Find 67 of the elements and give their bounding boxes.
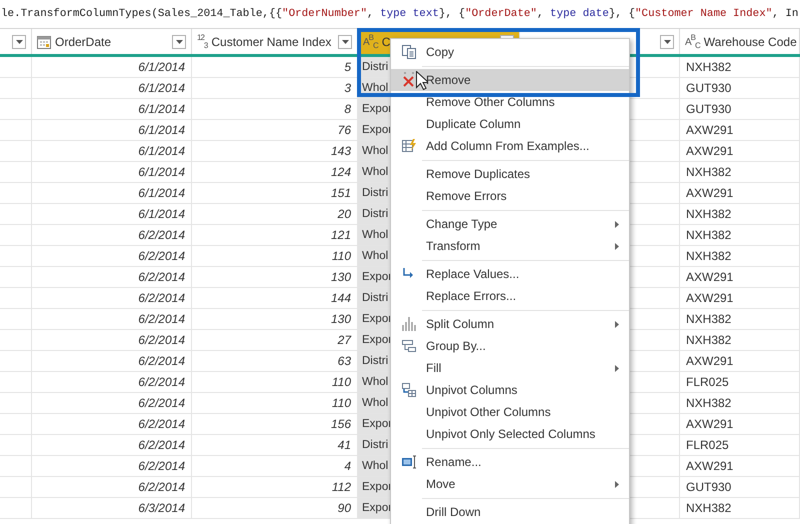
table-cell: AXW291 xyxy=(680,183,800,203)
table-lightning-icon xyxy=(400,138,416,154)
table-cell: 6/2/2014 xyxy=(32,309,192,329)
table-cell: 6/1/2014 xyxy=(32,78,192,98)
table-cell: GUT930 xyxy=(680,477,800,497)
menu-item[interactable]: Remove xyxy=(391,69,629,91)
table-cell: NXH382 xyxy=(680,57,800,77)
delete-cross-icon xyxy=(400,72,416,88)
table-cell: NXH382 xyxy=(680,330,800,350)
table-cell: NXH382 xyxy=(680,498,800,518)
table-cell: GUT930 xyxy=(680,99,800,119)
table-cell: AXW291 xyxy=(680,414,800,434)
table-cell: NXH382 xyxy=(680,393,800,413)
table-cell: 6/2/2014 xyxy=(32,456,192,476)
column-header[interactable]: OrderDate xyxy=(32,29,192,54)
filter-dropdown-button[interactable] xyxy=(660,34,674,48)
table-cell: 6/2/2014 xyxy=(32,477,192,497)
table-cell: 6/2/2014 xyxy=(32,267,192,287)
caret-icon xyxy=(16,40,22,44)
formula-text[interactable]: le.TransformColumnTypes(Sales_2014_Table,{{"OrderNumber", type text}, {"OrderDate", type date}, {"Customer Name Index", In xyxy=(0,0,798,28)
filter-dropdown-button[interactable] xyxy=(338,34,352,48)
table-cell: NXH382 xyxy=(680,162,800,182)
table-cell: NXH382 xyxy=(680,309,800,329)
table-cell: FLR025 xyxy=(680,372,800,392)
table-cell: GUT930 xyxy=(680,78,800,98)
table-cell: 6/3/2014 xyxy=(32,498,192,518)
table-cell: 6/1/2014 xyxy=(32,57,192,77)
table-cell: 6/1/2014 xyxy=(32,141,192,161)
table-cell: 6/2/2014 xyxy=(32,225,192,245)
table-cell: NXH382 xyxy=(680,246,800,266)
table-cell: 6/2/2014 xyxy=(32,351,192,371)
table-cell: 6/1/2014 xyxy=(32,99,192,119)
caret-icon xyxy=(342,40,348,44)
table-cell: 6/2/2014 xyxy=(32,414,192,434)
copy-icon xyxy=(400,44,416,60)
table-cell: FLR025 xyxy=(680,435,800,455)
table-cell: 6/2/2014 xyxy=(32,246,192,266)
bar-columns-icon xyxy=(400,316,416,332)
table-cell: AXW291 xyxy=(680,141,800,161)
table-cell: 6/2/2014 xyxy=(32,372,192,392)
table-cell: 6/1/2014 xyxy=(32,162,192,182)
filter-dropdown-button[interactable] xyxy=(172,34,186,48)
table-cell: NXH382 xyxy=(680,225,800,245)
filter-dropdown-button[interactable] xyxy=(12,34,26,48)
grouped-boxes-icon xyxy=(400,338,416,354)
rename-field-icon xyxy=(400,454,416,470)
table-cell: 6/1/2014 xyxy=(32,183,192,203)
column-header[interactable]: A$^{B}$$_{C}$ Warehouse Code xyxy=(680,29,800,54)
table-cell: 6/2/2014 xyxy=(32,435,192,455)
table-cell: 6/1/2014 xyxy=(32,120,192,140)
table-cell: 5 xyxy=(192,57,358,77)
table-cell: 6/2/2014 xyxy=(32,288,192,308)
table-cell: AXW291 xyxy=(680,456,800,476)
table-cell: 3 xyxy=(192,78,358,98)
mouse-pointer-icon xyxy=(416,71,428,90)
table-cell: AXW291 xyxy=(680,351,800,371)
calendar-icon xyxy=(37,34,51,48)
table-arrow-icon xyxy=(400,382,416,398)
caret-icon xyxy=(176,40,182,44)
table-cell: AXW291 xyxy=(680,288,800,308)
table-cell: 6/2/2014 xyxy=(32,330,192,350)
table-cell: NXH382 xyxy=(680,204,800,224)
caret-icon xyxy=(664,40,670,44)
table-cell: 6/1/2014 xyxy=(32,204,192,224)
table-cell: AXW291 xyxy=(680,120,800,140)
table-cell: AXW291 xyxy=(680,267,800,287)
table-cell: 6/2/2014 xyxy=(32,393,192,413)
